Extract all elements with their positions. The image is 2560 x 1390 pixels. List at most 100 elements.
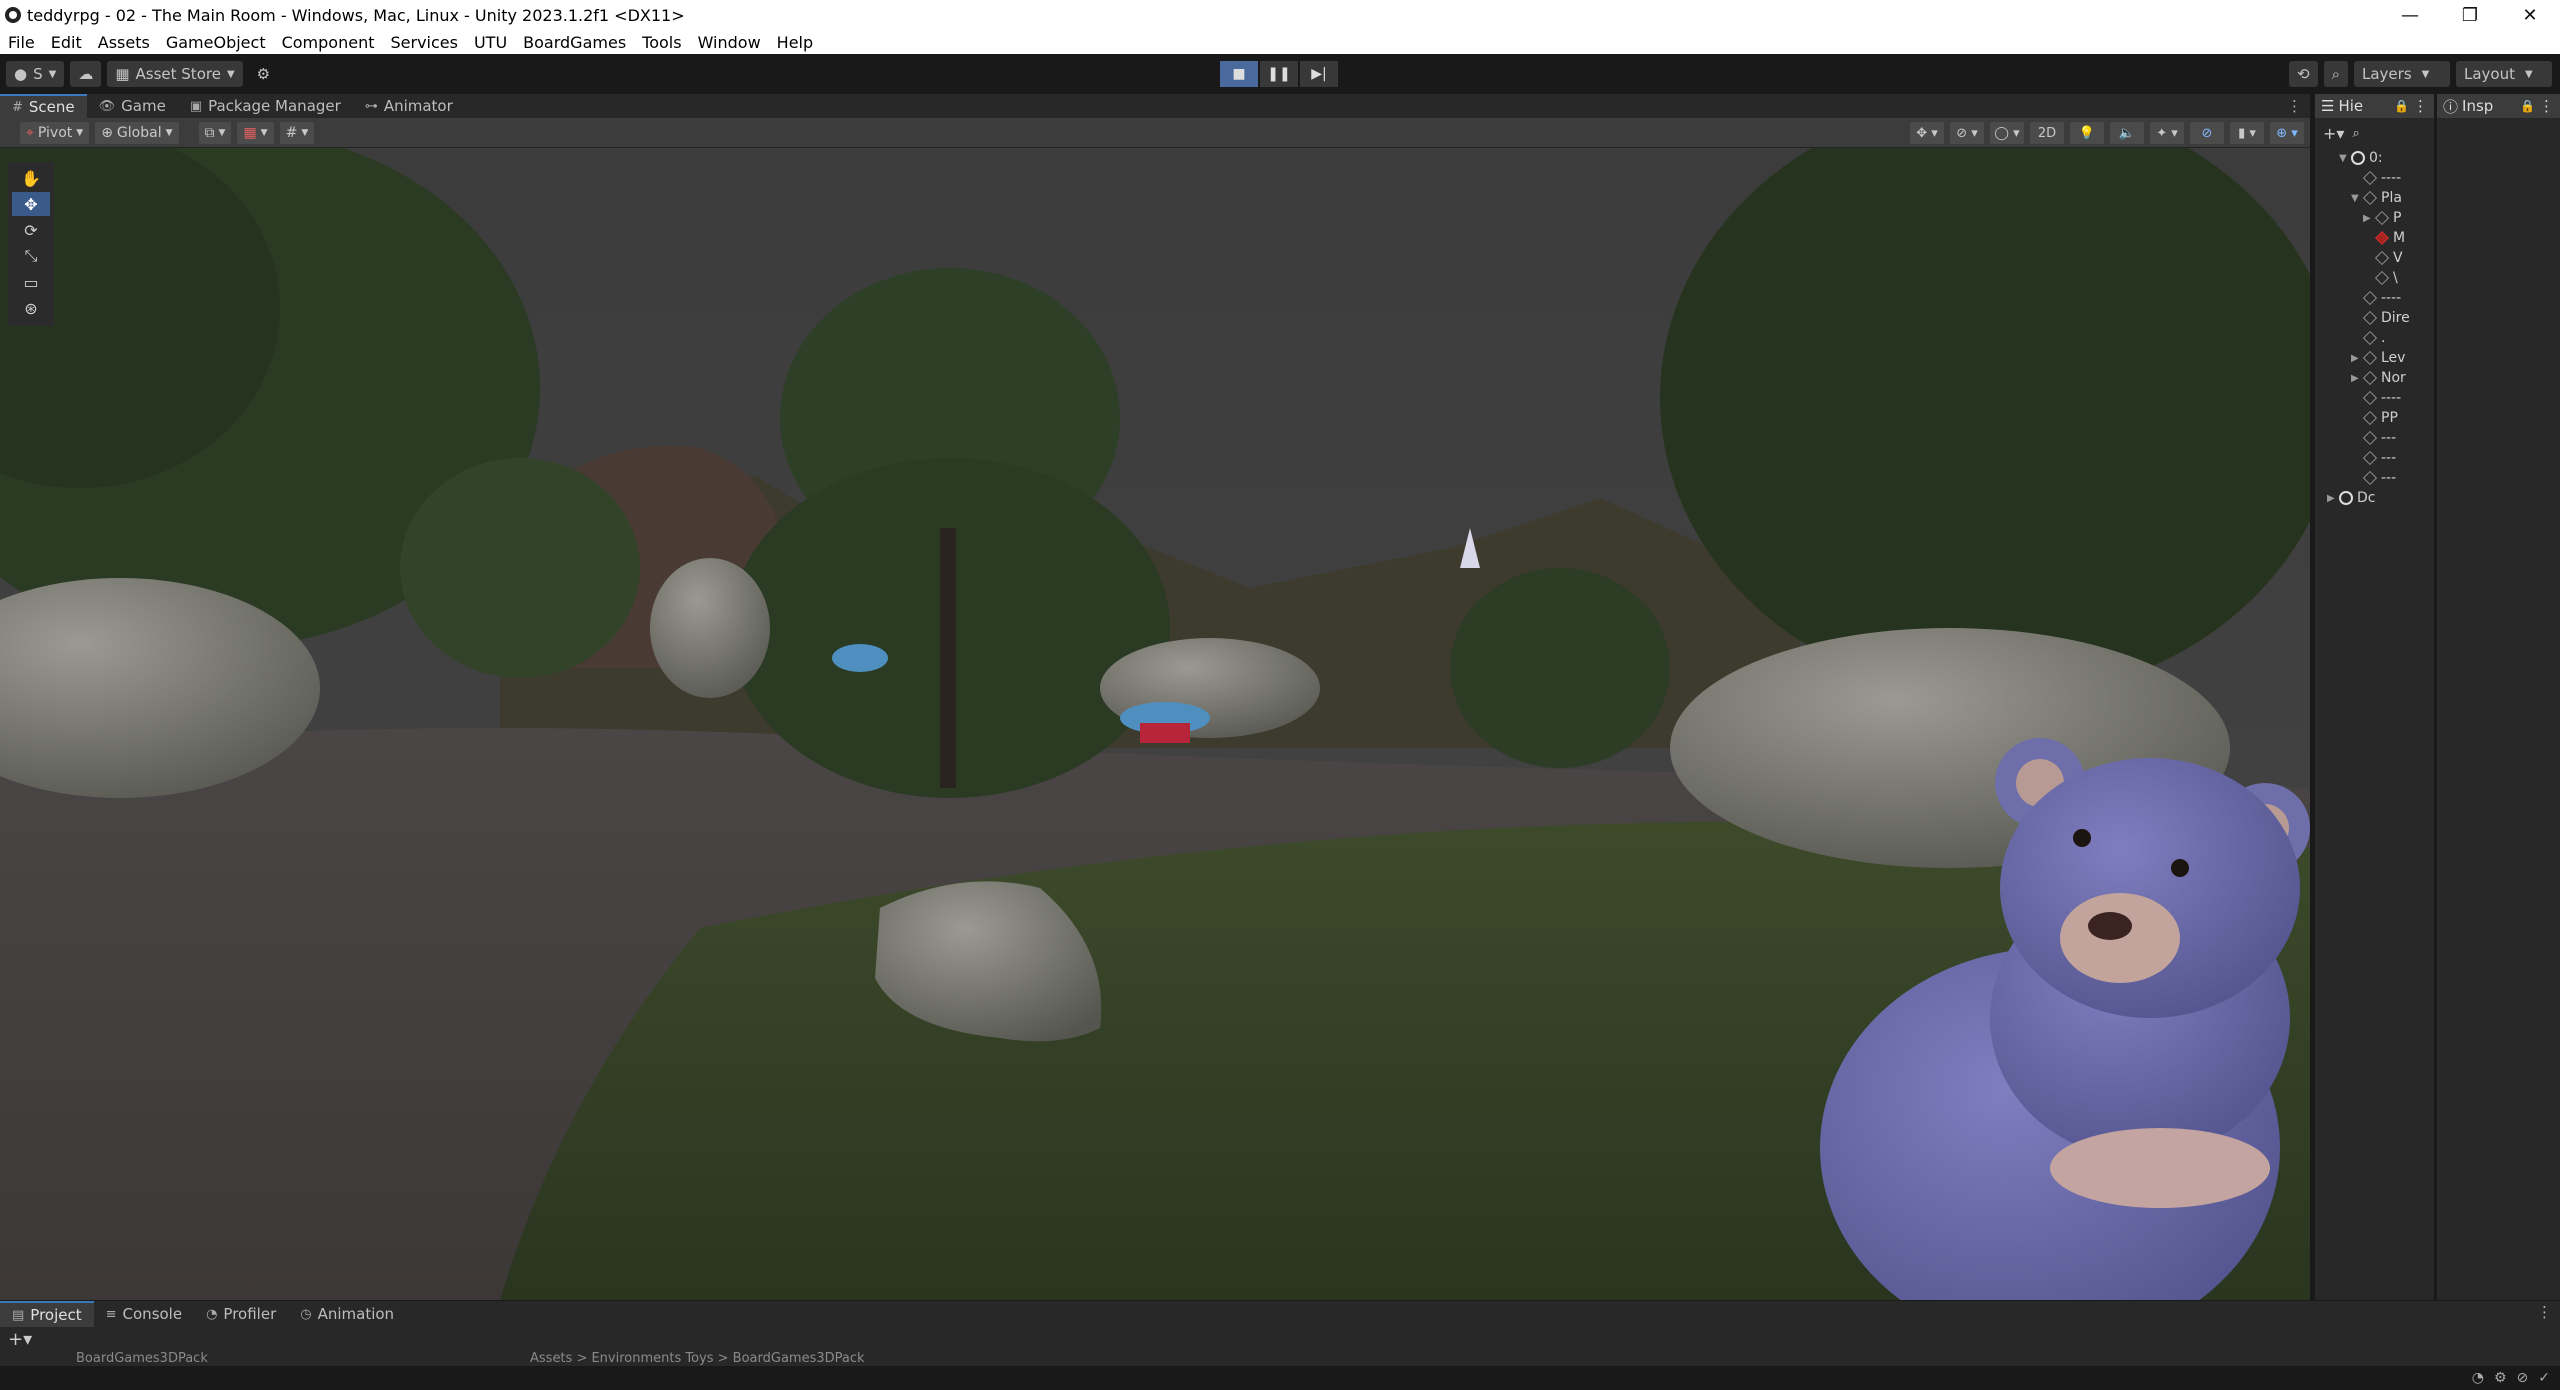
menu-gameobject[interactable]: GameObject <box>158 33 274 52</box>
lighting-toggle[interactable]: 💡 <box>2070 122 2104 144</box>
tab-game-label: Game <box>121 97 166 115</box>
undo-history-button[interactable]: ⟲ <box>2289 61 2318 87</box>
chevron-right-icon[interactable]: ▶ <box>2351 353 2363 364</box>
asset-store-dropdown[interactable]: ▦ Asset Store ▼ <box>107 61 243 87</box>
add-asset-button[interactable]: +▾ <box>8 1329 32 1350</box>
hierarchy-item[interactable]: --- <box>2315 468 2434 488</box>
more-options-icon[interactable]: ⋮ <box>2539 97 2554 115</box>
maximize-button[interactable]: ❐ <box>2440 0 2500 30</box>
menu-services[interactable]: Services <box>382 33 465 52</box>
menu-help[interactable]: Help <box>769 33 821 52</box>
gameobject-icon <box>2363 471 2377 485</box>
hidden-objects-toggle[interactable]: ⊘ <box>2190 122 2224 144</box>
mode-2d-button[interactable]: 2D <box>2030 122 2064 144</box>
tab-scene[interactable]: # Scene <box>0 94 87 118</box>
shading-button[interactable]: ◯ ▾ <box>1990 122 2024 144</box>
lock-icon[interactable]: 🔒 <box>2394 99 2409 113</box>
chevron-right-icon[interactable]: ▶ <box>2363 213 2375 224</box>
chevron-down-icon: ▼ <box>260 127 268 138</box>
account-dropdown[interactable]: ● S ▼ <box>6 61 65 87</box>
hierarchy-item[interactable]: ---- <box>2315 288 2434 308</box>
add-object-button[interactable]: +▾ <box>2323 124 2344 143</box>
close-button[interactable]: ✕ <box>2500 0 2560 30</box>
hierarchy-item[interactable]: . <box>2315 328 2434 348</box>
menu-edit[interactable]: Edit <box>43 33 90 52</box>
menu-tools[interactable]: Tools <box>634 33 689 52</box>
hierarchy-item[interactable]: ---- <box>2315 388 2434 408</box>
menu-window[interactable]: Window <box>690 33 769 52</box>
pivot-dropdown[interactable]: ⌖ Pivot ▼ <box>20 121 90 144</box>
transform-tool[interactable]: ⊛ <box>12 296 50 320</box>
more-options-icon[interactable]: ⋮ <box>2413 97 2428 115</box>
global-dropdown[interactable]: ⊕ Global ▼ <box>95 121 179 144</box>
grid-visibility-dropdown[interactable]: # ▼ <box>279 121 315 144</box>
project-breadcrumb[interactable]: Assets > Environments Toys > BoardGames3… <box>530 1351 865 1366</box>
minimize-button[interactable]: — <box>2380 0 2440 30</box>
search-icon[interactable]: ⌕ <box>2352 126 2359 141</box>
layers-dropdown[interactable]: Layers ▼ <box>2354 61 2450 87</box>
hierarchy-item[interactable]: ▼ Pla <box>2315 188 2434 208</box>
cloud-button[interactable]: ☁ <box>70 61 102 87</box>
hierarchy-item[interactable]: --- <box>2315 448 2434 468</box>
camera-settings-dropdown[interactable]: ▮ ▾ <box>2230 122 2264 144</box>
hierarchy-item[interactable]: --- <box>2315 428 2434 448</box>
tab-console[interactable]: ≡ Console <box>94 1301 194 1327</box>
snap-increment-dropdown[interactable]: ⧉ ▼ <box>198 121 232 144</box>
gameobject-icon <box>2375 271 2389 285</box>
tab-animator[interactable]: ⊶ Animator <box>353 94 465 118</box>
tab-animation[interactable]: ◷ Animation <box>288 1301 406 1327</box>
move-tool[interactable]: ✥ <box>12 192 50 216</box>
chevron-right-icon[interactable]: ▶ <box>2351 373 2363 384</box>
gizmos-dropdown[interactable]: ⊕ ▾ <box>2270 122 2304 144</box>
tab-hierarchy[interactable]: ☰ Hie 🔒 ⋮ <box>2315 94 2434 118</box>
play-button[interactable]: ■ <box>1220 61 1258 87</box>
network-icon[interactable]: ⊘ <box>2517 1370 2529 1386</box>
hierarchy-item[interactable]: ---- <box>2315 168 2434 188</box>
tab-package-manager[interactable]: ▣ Package Manager <box>178 94 353 118</box>
hierarchy-item[interactable]: PP <box>2315 408 2434 428</box>
hierarchy-item[interactable]: ▶ Lev <box>2315 348 2434 368</box>
chevron-down-icon[interactable]: ▼ <box>2339 153 2351 164</box>
menu-assets[interactable]: Assets <box>90 33 158 52</box>
hierarchy-item[interactable]: ▶ Nor <box>2315 368 2434 388</box>
project-folder-item[interactable]: BoardGames3DPack <box>76 1351 208 1366</box>
layout-dropdown[interactable]: Layout ▼ <box>2456 61 2552 87</box>
draw-mode-button[interactable]: ⊘ ▾ <box>1950 122 1984 144</box>
scene-viewport[interactable]: ✋ ✥ ⟳ ⤡ ▭ ⊛ <box>0 148 2310 1300</box>
hierarchy-item[interactable]: \ <box>2315 268 2434 288</box>
more-options-icon[interactable]: ⋮ <box>2287 97 2302 115</box>
tab-project[interactable]: ▤ Project <box>0 1301 94 1327</box>
debug-icon[interactable]: ⚙ <box>2494 1370 2507 1386</box>
hierarchy-item[interactable]: V <box>2315 248 2434 268</box>
tab-game[interactable]: 👁 Game <box>87 94 178 118</box>
hierarchy-item[interactable]: ▼ 0: <box>2315 148 2434 168</box>
chevron-right-icon[interactable]: ▶ <box>2327 493 2339 504</box>
chevron-down-icon[interactable]: ▼ <box>2351 193 2363 204</box>
rect-tool[interactable]: ▭ <box>12 270 50 294</box>
menu-boardgames[interactable]: BoardGames <box>515 33 634 52</box>
search-button[interactable]: ⌕ <box>2323 61 2348 87</box>
hierarchy-item[interactable]: ▶ Dc <box>2315 488 2434 508</box>
step-button[interactable]: ▶| <box>1300 61 1338 87</box>
hierarchy-item[interactable]: Dire <box>2315 308 2434 328</box>
collab-button[interactable]: ⚙ <box>249 61 278 87</box>
lock-icon[interactable]: 🔒 <box>2520 99 2535 113</box>
effects-dropdown[interactable]: ✦ ▾ <box>2150 122 2184 144</box>
menu-file[interactable]: File <box>0 33 43 52</box>
progress-icon[interactable]: ◔ <box>2472 1370 2484 1386</box>
pause-button[interactable]: ❚❚ <box>1260 61 1298 87</box>
rotate-tool[interactable]: ⟳ <box>12 218 50 242</box>
hierarchy-item[interactable]: ▶ P <box>2315 208 2434 228</box>
scale-tool[interactable]: ⤡ <box>12 244 50 268</box>
orientation-gizmo-button[interactable]: ✥ ▾ <box>1910 122 1944 144</box>
hierarchy-item[interactable]: M <box>2315 228 2434 248</box>
tab-inspector[interactable]: ⓘ Insp 🔒 ⋮ <box>2437 94 2560 118</box>
more-options-icon[interactable]: ⋮ <box>2537 1303 2552 1321</box>
menu-utu[interactable]: UTU <box>466 33 515 52</box>
audio-toggle[interactable]: 🔈 <box>2110 122 2144 144</box>
grid-snap-dropdown[interactable]: ▦ ▼ <box>237 121 274 144</box>
tab-profiler[interactable]: ◔ Profiler <box>194 1301 288 1327</box>
view-tool[interactable]: ✋ <box>12 166 50 190</box>
check-icon[interactable]: ✓ <box>2538 1370 2550 1386</box>
menu-component[interactable]: Component <box>274 33 383 52</box>
